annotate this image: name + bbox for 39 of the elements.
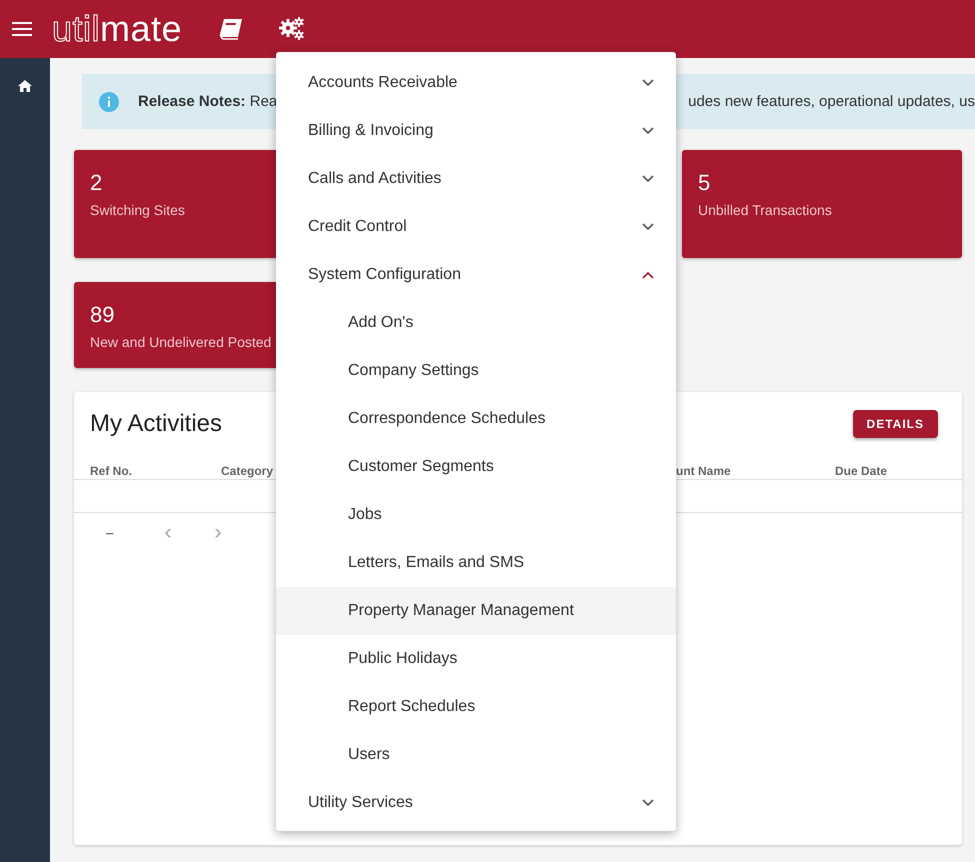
column-header[interactable]: Ref No. [90,464,221,479]
submenu-item[interactable]: Letters, Emails and SMS [276,539,676,587]
submenu-item[interactable]: Users [276,731,676,779]
info-icon [99,92,119,112]
stat-value: 2 [90,170,102,196]
chevron-icon [642,79,654,87]
menu-item[interactable]: Utility Services [276,779,676,827]
submenu-item[interactable]: Company Settings [276,347,676,395]
stat-label: Unbilled Transactions [698,202,832,218]
stat-value: 5 [698,170,710,196]
submenu-item[interactable]: Correspondence Schedules [276,395,676,443]
chevron-icon [642,271,654,279]
page-range: – [106,524,114,540]
column-header[interactable]: Due Date [835,464,946,479]
gears-icon[interactable] [278,16,306,42]
panel-title: My Activities [90,410,222,438]
release-notes-text: udes new features, operational updates, us [688,93,975,110]
submenu-item[interactable]: Add On's [276,299,676,347]
chevron-icon [642,127,654,135]
chevron-icon [642,799,654,807]
logo: utilmate [52,11,182,47]
submenu-item[interactable]: Property Manager Management [276,587,676,635]
details-button[interactable]: DETAILS [852,410,938,438]
submenu-item[interactable]: Report Schedules [276,683,676,731]
stat-label: Switching Sites [90,202,185,218]
chevron-icon [642,223,654,231]
menu-icon[interactable] [12,22,32,36]
submenu-item[interactable]: Customer Segments [276,443,676,491]
column-header[interactable]: unt Name [676,464,835,479]
stat-label: New and Undelivered Posted [90,334,272,350]
menu-item[interactable]: Accounts Receivable [276,59,676,107]
chevron-icon [642,175,654,183]
release-notes-text: Release Notes: Rea [138,93,278,110]
book-icon[interactable] [218,18,244,40]
submenu-item[interactable]: Jobs [276,491,676,539]
submenu-item[interactable]: Public Holidays [276,635,676,683]
home-icon[interactable] [18,80,32,92]
stat-value: 89 [90,302,114,328]
stat-card[interactable]: 5 Unbilled Transactions [682,150,962,258]
